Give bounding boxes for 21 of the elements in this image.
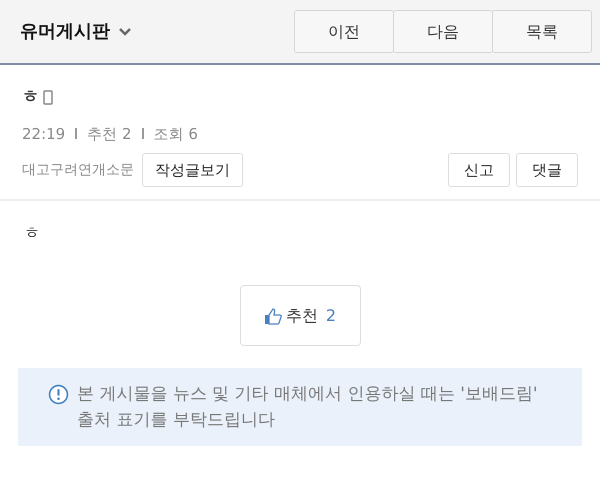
post-meta: 22:19 (22, 124, 66, 144)
author-name[interactable]: 대고구려연개소문 (22, 160, 134, 180)
action-button[interactable]: 신고 (448, 153, 510, 187)
notice-text: 본 게시물을 뉴스 및 기타 매체에서 인용하실 때는 '보배드림' 출처 표기를 부탁드립니다 (77, 383, 539, 432)
post-body: ㅎ (24, 222, 41, 244)
info-icon (48, 384, 69, 405)
like-button[interactable]: 추천 2 (240, 285, 360, 346)
view-posts-button[interactable]: 작성글보기 (142, 153, 243, 187)
post-meta: 조회 6 (154, 124, 198, 144)
phone-icon (43, 90, 53, 106)
like-count: 2 (326, 304, 336, 326)
post-meta: 추천 2 (87, 124, 132, 144)
post-title: ㅎ (22, 86, 39, 109)
nav-button[interactable]: 이전 (294, 10, 394, 53)
nav-button[interactable]: 다음 (393, 10, 493, 53)
like-label: 추천 (286, 304, 318, 326)
chevron-down-icon[interactable] (118, 26, 132, 36)
nav-button[interactable]: 목록 (492, 10, 592, 53)
board-title[interactable]: 유머게시판 (20, 18, 110, 45)
thumbs-up-icon (264, 306, 282, 324)
action-button[interactable]: 댓글 (516, 153, 578, 187)
